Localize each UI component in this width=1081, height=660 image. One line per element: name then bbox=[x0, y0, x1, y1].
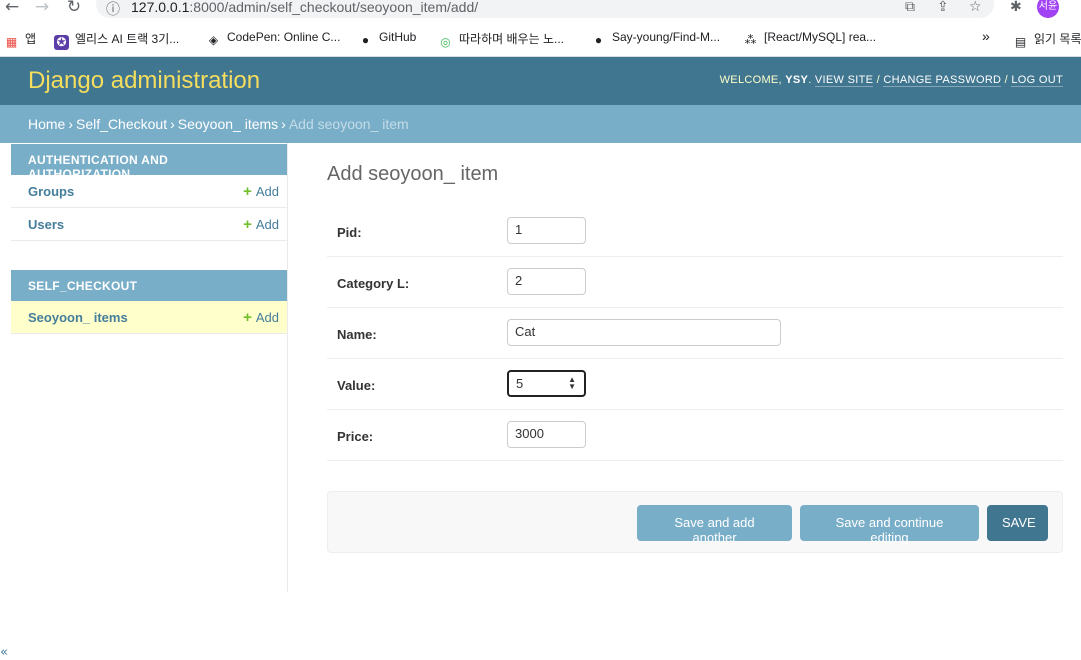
save-and-add-another-button[interactable]: Save and add another bbox=[637, 505, 792, 545]
url-host: 127.0.0.1 bbox=[131, 0, 190, 15]
nav-sidebar: Authentication and Authorization Groups … bbox=[0, 143, 288, 660]
bookmark-find-m[interactable]: ● Say-young/Find-M... bbox=[591, 30, 720, 48]
sidebar-item-groups: Groups + Add bbox=[11, 175, 287, 208]
profile-avatar[interactable]: 서윤 bbox=[1037, 0, 1059, 18]
breadcrumb-current: Add seoyoon_ item bbox=[288, 116, 409, 132]
module-caption[interactable]: SELF_CHECKOUT bbox=[11, 270, 287, 301]
sidebar-item-users: Users + Add bbox=[11, 208, 287, 241]
sidebar-item-seoyoon-items: Seoyoon_ items + Add bbox=[11, 301, 287, 334]
bookmark-label: 앱 bbox=[25, 32, 37, 46]
breadcrumb-app[interactable]: Self_Checkout bbox=[76, 116, 167, 132]
form-row-value: Value: 5 ▲ ▼ bbox=[327, 359, 1063, 410]
bookmark-label: CodePen: Online C... bbox=[227, 30, 341, 44]
category-input[interactable]: 2 bbox=[507, 268, 586, 295]
url-path: :8000/admin/self_checkout/seoyoon_item/a… bbox=[189, 0, 479, 15]
module-self-checkout: SELF_CHECKOUT Seoyoon_ items + Add bbox=[11, 270, 287, 334]
price-label: Price: bbox=[337, 429, 374, 444]
name-input[interactable]: Cat bbox=[507, 319, 781, 346]
extensions-icon[interactable]: ✱ bbox=[1010, 0, 1022, 15]
browser-toolbar: ← → ↻ ⓘ 127.0.0.1:8000/admin/self_checko… bbox=[0, 0, 1081, 22]
bookmark-label: GitHub bbox=[379, 30, 417, 44]
pid-label: Pid: bbox=[337, 225, 362, 240]
value-input-text: 5 bbox=[516, 376, 524, 391]
back-arrow-icon[interactable]: ← bbox=[2, 0, 22, 16]
add-users-link[interactable]: + Add bbox=[243, 216, 279, 233]
save-and-continue-button[interactable]: Save and continue editing bbox=[800, 505, 979, 545]
site-branding[interactable]: Django administration bbox=[28, 67, 260, 95]
reload-icon[interactable]: ↻ bbox=[64, 0, 84, 16]
breadcrumb: Home › Self_Checkout › Seoyoon_ items › Add se… bbox=[0, 105, 1081, 143]
more-bookmarks-icon[interactable]: » bbox=[982, 28, 990, 44]
translate-icon[interactable]: ⧉ bbox=[905, 0, 915, 15]
submit-row: Save and add another Save and continue e… bbox=[327, 491, 1063, 553]
admin-header: Django administration Welcome, ysy. View… bbox=[0, 57, 1081, 105]
bookmark-label: Say-young/Find-M... bbox=[612, 30, 721, 44]
value-label: Value: bbox=[337, 378, 376, 393]
form-row-category: Category L: 2 bbox=[327, 257, 1063, 308]
breadcrumb-separator: › bbox=[170, 116, 175, 132]
info-icon[interactable]: ⓘ bbox=[106, 0, 120, 19]
price-input[interactable]: 3000 bbox=[507, 421, 586, 448]
reading-list-icon: ▤ bbox=[1014, 35, 1027, 49]
reading-list[interactable]: ▤ 읽기 목록 bbox=[1013, 30, 1081, 50]
add-plus-icon: + bbox=[243, 309, 252, 326]
sidebar-toggle-icon[interactable]: « bbox=[0, 645, 8, 660]
name-label: Name: bbox=[337, 327, 377, 342]
forward-arrow-icon[interactable]: → bbox=[32, 0, 52, 16]
add-seoyoon-item-link[interactable]: + Add bbox=[243, 309, 279, 326]
add-label: Add bbox=[255, 310, 279, 325]
bookmarks-bar: ▦ 앱 ✪ 엘리스 AI 트랙 3기... ◈ CodePen: Online C..… bbox=[0, 22, 1081, 57]
add-label: Add bbox=[255, 184, 279, 199]
bookmark-github[interactable]: ● GitHub bbox=[358, 30, 416, 48]
share-icon[interactable]: ⇪ bbox=[937, 0, 949, 15]
spinner-arrows-icon[interactable]: ▲ ▼ bbox=[568, 376, 576, 391]
add-item-form: Pid: 1 Category L: 2 Name: Cat Value: 5 … bbox=[327, 206, 1063, 461]
bookmark-label: 엘리스 AI 트랙 3기... bbox=[75, 32, 180, 46]
bookmark-label: [React/MySQL] rea... bbox=[764, 30, 877, 44]
module-auth: Authentication and Authorization Groups … bbox=[11, 144, 287, 241]
welcome-text: Welcome, bbox=[719, 74, 782, 86]
apps-grid-icon: ▦ bbox=[5, 35, 18, 49]
sidebar-item-label[interactable]: Groups bbox=[28, 184, 74, 199]
change-password-link[interactable]: Change password bbox=[883, 74, 1002, 87]
page-title: Add seoyoon_ item bbox=[327, 163, 499, 185]
add-groups-link[interactable]: + Add bbox=[243, 183, 279, 200]
save-button[interactable]: SAVE bbox=[987, 505, 1048, 541]
module-caption[interactable]: Authentication and Authorization bbox=[11, 144, 287, 181]
pid-input[interactable]: 1 bbox=[507, 217, 586, 244]
bookmark-nodejs-course[interactable]: ◎ 따라하며 배우는 노... bbox=[438, 30, 564, 50]
breadcrumb-separator: › bbox=[281, 116, 286, 132]
value-stepper[interactable]: 5 ▲ ▼ bbox=[507, 370, 586, 397]
bookmark-elice[interactable]: ✪ 엘리스 AI 트랙 3기... bbox=[54, 30, 179, 50]
add-label: Add bbox=[255, 217, 279, 232]
github-icon: ● bbox=[594, 33, 603, 47]
reading-list-label: 읽기 목록 bbox=[1034, 32, 1081, 46]
form-row-pid: Pid: 1 bbox=[327, 206, 1063, 257]
elice-logo-icon: ✪ bbox=[54, 35, 69, 50]
sidebar-item-label[interactable]: Seoyoon_ items bbox=[28, 310, 128, 325]
user-tools: Welcome, ysy. View site / Change passwor… bbox=[719, 74, 1063, 87]
category-label: Category L: bbox=[337, 276, 410, 291]
bookmark-apps[interactable]: ▦ 앱 bbox=[4, 30, 36, 50]
bookmark-react-mysql[interactable]: ⁂ [React/MySQL] rea... bbox=[743, 30, 877, 48]
github-icon: ● bbox=[361, 33, 370, 47]
form-row-price: Price: 3000 bbox=[327, 410, 1063, 461]
view-site-link[interactable]: View site bbox=[814, 74, 874, 87]
url-text[interactable]: 127.0.0.1:8000/admin/self_checkout/seoyo… bbox=[131, 0, 478, 15]
sidebar-item-label[interactable]: Users bbox=[28, 217, 64, 232]
codepen-icon: ◈ bbox=[208, 33, 219, 47]
star-icon[interactable]: ☆ bbox=[969, 0, 982, 15]
add-plus-icon: + bbox=[243, 216, 252, 233]
log-out-link[interactable]: Log out bbox=[1011, 74, 1063, 87]
username: ysy bbox=[785, 74, 809, 86]
add-plus-icon: + bbox=[243, 183, 252, 200]
course-site-icon: ◎ bbox=[440, 35, 451, 49]
breadcrumb-model[interactable]: Seoyoon_ items bbox=[178, 116, 278, 132]
breadcrumb-home[interactable]: Home bbox=[28, 116, 65, 132]
bookmark-label: 따라하며 배우는 노... bbox=[459, 32, 564, 46]
form-row-name: Name: Cat bbox=[327, 308, 1063, 359]
velog-icon: ⁂ bbox=[744, 33, 757, 47]
breadcrumb-separator: › bbox=[68, 116, 74, 132]
bookmark-codepen[interactable]: ◈ CodePen: Online C... bbox=[206, 30, 341, 48]
